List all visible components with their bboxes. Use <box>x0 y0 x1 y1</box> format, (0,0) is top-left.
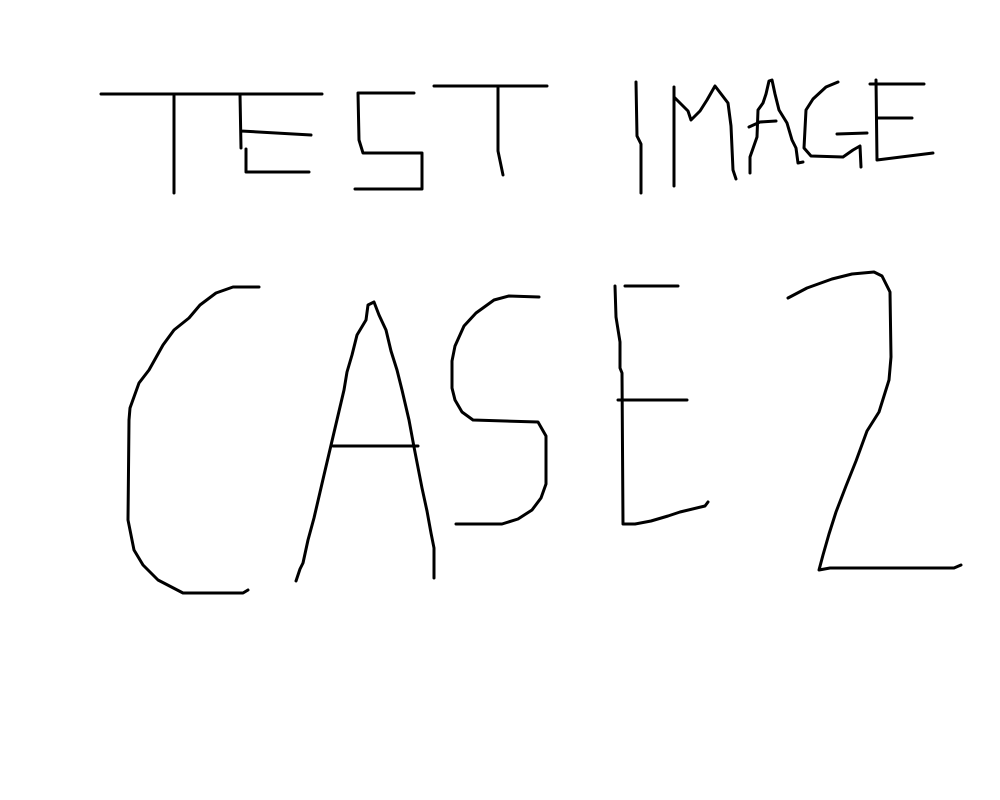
letter-a-1 <box>747 78 805 175</box>
letter-i <box>634 80 643 195</box>
line-test-image <box>99 78 935 195</box>
drawing-canvas: TEST IMAGE CASE 2 <box>0 0 1000 800</box>
letter-e-1 <box>238 92 313 174</box>
letter-m <box>672 84 738 188</box>
letter-s-2 <box>450 294 548 526</box>
letter-s-1 <box>353 91 424 191</box>
letter-e-2 <box>868 78 935 162</box>
letter-g <box>802 80 869 169</box>
letter-t-2 <box>432 84 549 177</box>
handwritten-drawing <box>99 78 963 595</box>
letter-c <box>126 285 261 595</box>
digit-2 <box>786 270 963 572</box>
letter-a-2 <box>294 300 436 583</box>
letter-t-1 <box>99 92 324 195</box>
letter-e-3 <box>613 284 710 526</box>
line-case-2 <box>126 270 963 595</box>
